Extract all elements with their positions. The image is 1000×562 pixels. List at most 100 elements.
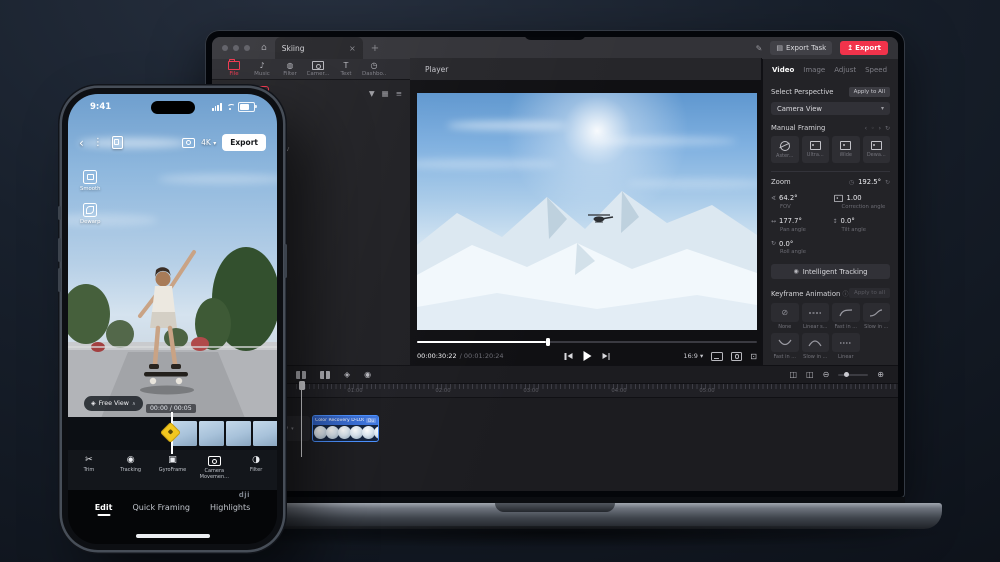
snapshot-icon[interactable] [731,352,742,361]
framing-dewarp-button[interactable]: Dewa... [863,136,891,163]
menu-music[interactable]: ♪ Music [250,61,274,77]
framing-ultra-button[interactable]: Ultra... [802,136,830,163]
window-control-zoom[interactable] [244,45,250,51]
project-tab[interactable]: Skiing × [275,37,363,59]
media-list-view-icon[interactable]: ≡ [396,89,402,98]
preset-linear-speed[interactable]: Linear s... [802,303,830,330]
timeline-zoom-in-icon[interactable]: ⊕ [877,370,884,379]
play-button[interactable] [583,351,591,361]
tab-speed[interactable]: Speed [865,66,887,74]
gyroframe-tool[interactable]: ▣ GyroFrame [153,455,191,490]
zoom-reset-icon[interactable]: ↻ [885,179,890,186]
track-height-large-icon[interactable]: ◫ [806,370,814,379]
menu-filter[interactable]: ◍ Filter [278,61,302,77]
split-right-icon[interactable] [320,371,330,379]
timeline-zoom-slider-handle[interactable] [844,372,849,377]
framing-dot-icon: ◦ [871,125,875,132]
free-view-button[interactable]: ◈ Free View ∧ [84,396,143,411]
smooth-tool[interactable]: Smooth [80,170,100,192]
fullscreen-icon[interactable]: ⊡ [750,352,757,361]
timeline-playhead[interactable] [301,381,302,457]
perspective-dropdown[interactable]: Camera View ▾ [771,102,890,115]
dji-logo: dji [239,491,250,499]
camera-movement-tool[interactable]: Camera Movemen... [195,455,233,490]
tab-video[interactable]: Video [772,66,794,74]
preset-linear[interactable]: Linear [832,333,860,360]
player-progress-handle[interactable] [546,338,550,346]
track-height-small-icon[interactable]: ◫ [789,370,797,379]
framing-asteroid-button[interactable]: Aster... [771,136,799,163]
preset-slow-in[interactable]: Slow in ... [863,303,891,330]
dewarp-tool[interactable]: Dewarp [80,203,100,225]
menu-camera[interactable]: Camer... [306,61,330,77]
trim-tool[interactable]: ✂ Trim [70,455,108,490]
split-left-icon[interactable] [296,371,306,379]
timeline-ruler[interactable]: 01:00 02:00 03:00 04:00 05:00 [212,383,898,398]
export-label: Export [855,44,881,52]
menu-file[interactable]: File [222,61,246,77]
playhead-handle[interactable] [299,381,305,390]
phone-export-button[interactable]: Export [222,134,266,151]
export-task-button[interactable]: ▤ Export Task [770,41,832,55]
param-roll-angle[interactable]: ↻0.0° Roll angle [771,240,829,256]
framing-reset-icon[interactable]: ↻ [885,125,890,132]
more-menu-icon[interactable]: ⋮ [93,137,103,148]
aspect-ratio-select[interactable]: 16:9 ▾ [683,352,703,360]
param-tilt-angle[interactable]: ↕0.0° Tilt angle [833,217,891,233]
ruler-label: 04:00 [611,388,626,394]
tab-highlights[interactable]: Highlights [210,503,250,512]
preset-fast-in-out[interactable]: Fast in ... [771,333,799,360]
export-button[interactable]: ↥ Export [840,41,888,55]
menu-text[interactable]: T Text [334,61,358,77]
tracking-tool[interactable]: ◉ Tracking [112,455,150,490]
zoom-keyframe-clock-icon[interactable]: ◷ [849,179,854,186]
framing-wide-button[interactable]: Wide [832,136,860,163]
tab-edit[interactable]: Edit [95,503,113,512]
window-control-minimize[interactable] [233,45,239,51]
param-pan-angle[interactable]: ↔177.7° Pan angle [771,217,829,233]
phone-toolbar: ‹ ⋮ 4K ▾ Export [68,134,277,151]
intelligent-tracking-button[interactable]: ◉ Intelligent Tracking [771,264,890,279]
add-keyframe-icon[interactable]: ◈ [344,370,350,379]
param-fov[interactable]: ∢64.2° FOV [771,194,829,210]
next-frame-button[interactable] [602,353,610,360]
player-progress-bar[interactable] [417,341,757,343]
reframe-icon[interactable] [112,136,123,149]
home-indicator[interactable] [136,534,210,538]
tab-quick-framing[interactable]: Quick Framing [132,503,190,512]
prev-frame-button[interactable] [565,353,573,360]
video-viewport[interactable] [417,93,757,330]
new-tab-button[interactable]: + [371,43,379,54]
preset-none[interactable]: ⊘ None [771,303,799,330]
framing-prev-icon[interactable]: ‹ [865,125,867,132]
tracking-target-icon[interactable]: ◉ [364,370,371,379]
timeline-zoom-out-icon[interactable]: ⊖ [823,370,830,379]
window-control-close[interactable] [222,45,228,51]
camera-view-icon[interactable] [182,138,195,148]
tab-close-icon[interactable]: × [349,44,356,53]
media-grid-view-icon[interactable]: ▦ [382,89,389,98]
filter-tool[interactable]: ◑ Filter [237,455,275,490]
proportion-icon[interactable] [711,352,723,361]
apply-to-all-button[interactable]: Apply to All [849,87,890,97]
menu-dashboard[interactable]: ◷ Dashbo... [362,61,386,77]
home-icon[interactable]: ⌂ [261,43,267,53]
info-icon: ⓘ [842,291,848,298]
resolution-select[interactable]: 4K ▾ [201,138,216,147]
player-panel-title: Player [425,59,448,80]
draft-icon[interactable]: ✎ [756,44,763,53]
zoom-value[interactable]: 192.5° [858,178,881,186]
preset-slow-in-out[interactable]: Slow in ... [802,333,830,360]
tab-image[interactable]: Image [803,66,825,74]
keyframe-apply-to-all-button[interactable]: Apply to all [849,288,890,298]
tab-adjust[interactable]: Adjust [834,66,856,74]
media-filter-icon[interactable]: ▼ [369,89,375,98]
timeline-clip[interactable]: Color Recovery D-LOG M Du [312,415,379,442]
framing-next-icon[interactable]: › [879,125,881,132]
back-icon[interactable]: ‹ [79,137,84,149]
laptop-lid-notch [495,503,615,512]
preset-fast-in[interactable]: Fast in ... [832,303,860,330]
param-correction-angle[interactable]: 1.00 Correction angle [833,194,891,210]
timeline-zoom-slider[interactable] [838,374,868,376]
linear-dashed-icon [832,333,860,352]
